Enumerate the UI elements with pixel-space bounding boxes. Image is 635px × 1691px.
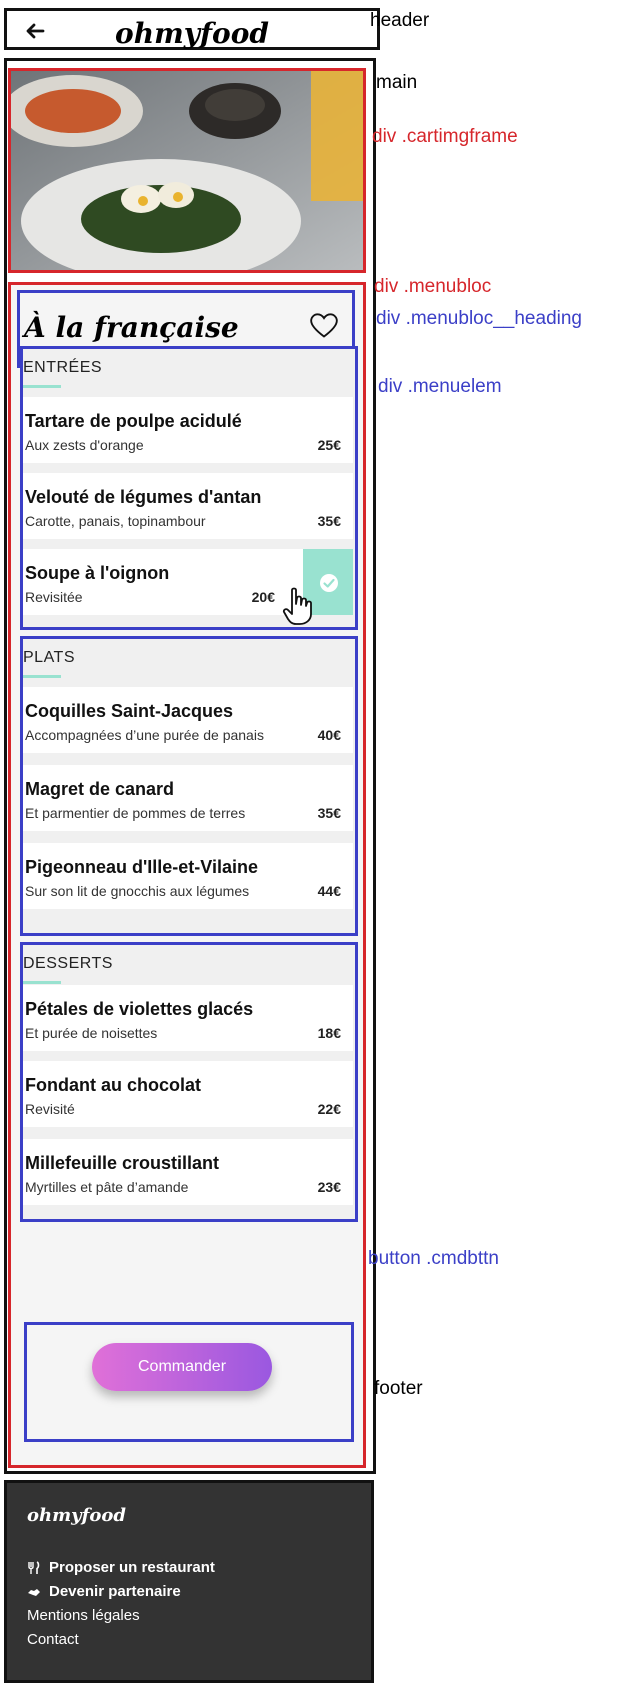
section-title: DESSERTS (23, 955, 113, 972)
menu-item[interactable]: Pétales de violettes glacés Et purée de … (23, 985, 353, 1051)
menu-section-desserts: DESSERTS Pétales de violettes glacés Et … (20, 942, 358, 1222)
item-name: Velouté de légumes d'antan (25, 487, 262, 507)
footer-link-mentions[interactable]: Mentions légales (27, 1607, 140, 1624)
handshake-icon (28, 1588, 40, 1596)
item-price: 22€ (317, 1101, 341, 1117)
item-name: Millefeuille croustillant (25, 1153, 220, 1173)
annotation-cartimgframe: div .cartimgframe (372, 126, 518, 147)
annotation-menubloc-heading: div .menubloc__heading (376, 308, 582, 329)
utensils-icon (28, 1560, 40, 1574)
item-name: Tartare de poulpe acidulé (25, 411, 242, 431)
section-underline (23, 385, 61, 388)
item-description: Et purée de noisettes (25, 1025, 158, 1041)
item-name: Coquilles Saint-Jacques (25, 701, 234, 721)
menu-item[interactable]: Tartare de poulpe acidulé Aux zests d'or… (23, 397, 353, 463)
order-button-wrapper: Commander (24, 1322, 354, 1442)
app-footer: ohmyfood Proposer un restaurant Devenir … (4, 1480, 374, 1683)
footer-link-label: Contact (27, 1631, 79, 1648)
menu-item[interactable]: Magret de canard Et parmentier de pommes… (23, 765, 353, 831)
item-description: Sur son lit de gnocchis aux légumes (25, 883, 250, 899)
item-price: 25€ (317, 437, 341, 453)
restaurant-hero-image (11, 71, 363, 270)
item-name: Soupe à l'oignon (25, 563, 170, 583)
footer-link-proposer[interactable]: Proposer un restaurant (27, 1559, 215, 1576)
annotation-menuelem: div .menuelem (378, 376, 502, 397)
item-name: Pétales de violettes glacés (25, 999, 254, 1019)
check-circle-icon (320, 574, 338, 592)
item-name: Fondant au chocolat (25, 1075, 202, 1095)
section-title: ENTRÉES (23, 359, 103, 376)
item-description: Revisité (25, 1101, 75, 1117)
item-price: 44€ (317, 883, 341, 899)
annotation-cmdbttn: button .cmdbttn (368, 1248, 499, 1269)
item-price: 35€ (317, 805, 341, 821)
item-description: Myrtilles et pâte d’amande (25, 1179, 189, 1195)
item-price: 18€ (317, 1025, 341, 1041)
footer-link-label: Devenir partenaire (49, 1583, 181, 1600)
item-name: Magret de canard (25, 779, 175, 799)
menu-item[interactable]: Velouté de légumes d'antan Carotte, pana… (23, 473, 353, 539)
section-underline (23, 675, 61, 678)
order-button[interactable]: Commander (92, 1343, 272, 1391)
item-description: Revisitée (25, 589, 83, 605)
item-price: 20€ (251, 589, 275, 605)
annotation-footer: footer (374, 1378, 423, 1399)
annotation-main: main (376, 72, 418, 93)
restaurant-title: À la française (24, 311, 239, 344)
item-price: 35€ (317, 513, 341, 529)
footer-link-contact[interactable]: Contact (27, 1631, 79, 1648)
footer-link-label: Proposer un restaurant (49, 1559, 215, 1576)
item-description: Accompagnées d’une purée de panais (25, 727, 264, 743)
footer-link-partenaire[interactable]: Devenir partenaire (27, 1583, 181, 1600)
footer-logo[interactable]: ohmyfood (27, 1505, 126, 1526)
menu-item[interactable]: Coquilles Saint-Jacques Accompagnées d’u… (23, 687, 353, 753)
app-logo[interactable]: ohmyfood (7, 17, 377, 50)
hand-pointer-icon (282, 587, 312, 625)
section-title: PLATS (23, 649, 75, 666)
annotation-header: header (370, 10, 430, 31)
item-price: 40€ (317, 727, 341, 743)
item-price: 23€ (317, 1179, 341, 1195)
footer-link-label: Mentions légales (27, 1607, 140, 1624)
item-description: Aux zests d'orange (25, 437, 144, 453)
menu-item[interactable]: Millefeuille croustillant Myrtilles et p… (23, 1139, 353, 1205)
item-description: Carotte, panais, topinambour (25, 513, 206, 529)
app-header: ohmyfood (4, 8, 380, 50)
item-description: Et parmentier de pommes de terres (25, 805, 246, 821)
section-underline (23, 981, 61, 984)
menu-item[interactable]: Pigeonneau d'Ille-et-Vilaine Sur son lit… (23, 843, 353, 909)
hero-image-frame (8, 68, 366, 273)
item-name: Pigeonneau d'Ille-et-Vilaine (25, 857, 258, 877)
menu-section-plats: PLATS Coquilles Saint-Jacques Accompagné… (20, 636, 358, 936)
annotation-menubloc: div .menubloc (374, 276, 492, 297)
menu-item[interactable]: Fondant au chocolat Revisité 22€ (23, 1061, 353, 1127)
heart-icon[interactable] (310, 313, 338, 339)
